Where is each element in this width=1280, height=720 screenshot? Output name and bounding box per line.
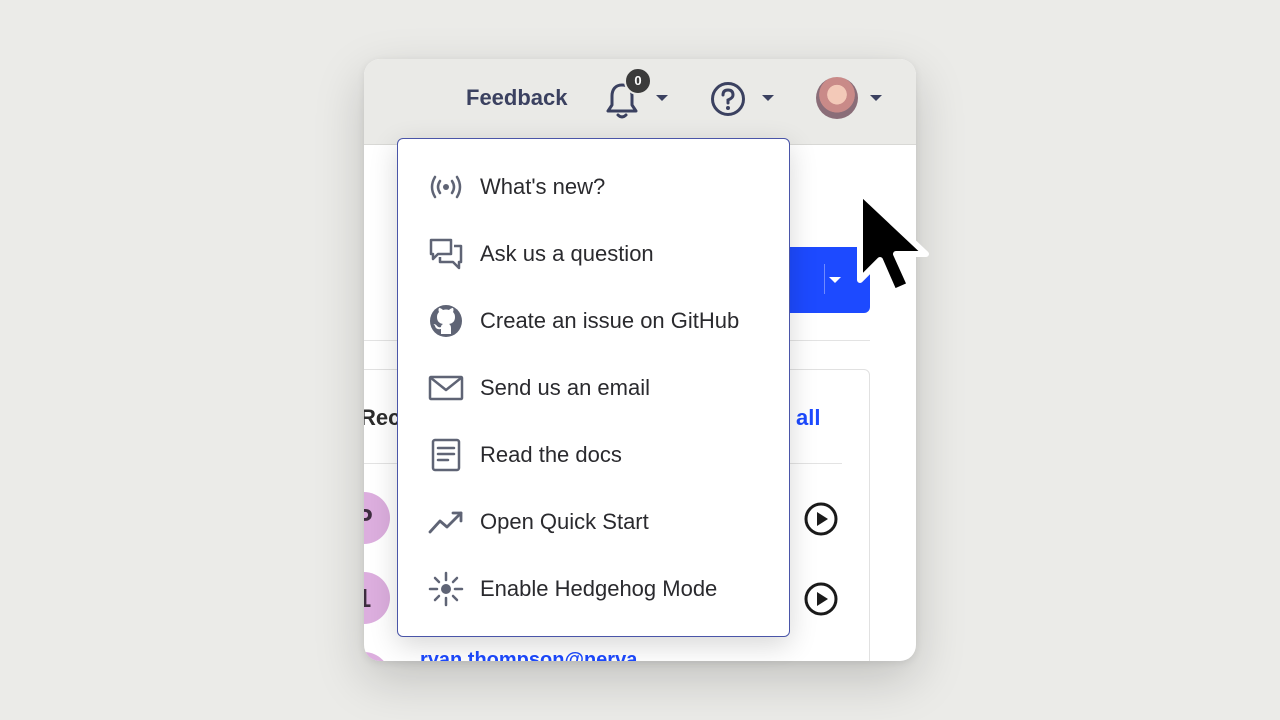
menu-item-label: Ask us a question <box>480 241 654 266</box>
menu-item-label: Create an issue on GitHub <box>480 308 740 333</box>
menu-item-label: What's new? <box>480 174 606 199</box>
github-icon <box>430 305 462 337</box>
button-separator <box>824 264 825 294</box>
menu-item-label: Send us an email <box>480 375 650 400</box>
chevron-down-icon[interactable] <box>655 93 669 103</box>
broadcast-icon <box>430 175 462 199</box>
notification-count-badge: 0 <box>624 67 652 95</box>
chat-bubbles-icon <box>429 238 463 270</box>
sparkle-icon <box>428 571 464 607</box>
menu-item-whats-new[interactable]: What's new? <box>398 157 789 217</box>
menu-item-read-docs[interactable]: Read the docs <box>398 425 789 485</box>
play-icon[interactable] <box>804 502 838 536</box>
menu-item-github-issue[interactable]: Create an issue on GitHub <box>398 291 789 351</box>
menu-item-hedgehog-mode[interactable]: Enable Hedgehog Mode <box>398 559 789 619</box>
chevron-down-icon[interactable] <box>828 275 842 285</box>
menu-item-send-email[interactable]: Send us an email <box>398 358 789 418</box>
feedback-link[interactable]: Feedback <box>466 85 568 111</box>
document-icon <box>431 438 461 472</box>
help-dropdown-menu: What's new? Ask us a question Create an … <box>397 138 790 637</box>
trending-up-icon <box>428 511 463 534</box>
mouse-pointer-icon <box>857 189 929 295</box>
person-email-link[interactable]: ryan.thompson@nerva <box>420 649 637 661</box>
menu-item-quick-start[interactable]: Open Quick Start <box>398 492 789 552</box>
view-all-link[interactable]: all <box>796 405 820 431</box>
help-icon[interactable] <box>710 81 746 117</box>
chevron-down-icon[interactable] <box>761 93 775 103</box>
menu-item-label: Read the docs <box>480 442 622 467</box>
card-title: Rec <box>364 405 401 430</box>
chevron-down-icon[interactable] <box>869 93 883 103</box>
user-avatar[interactable] <box>816 77 858 119</box>
menu-item-label: Enable Hedgehog Mode <box>480 576 718 601</box>
menu-item-ask-question[interactable]: Ask us a question <box>398 224 789 284</box>
play-icon[interactable] <box>804 582 838 616</box>
mail-icon <box>428 375 464 401</box>
top-navigation-bar: Feedback 0 <box>364 59 916 145</box>
menu-item-label: Open Quick Start <box>480 509 649 534</box>
